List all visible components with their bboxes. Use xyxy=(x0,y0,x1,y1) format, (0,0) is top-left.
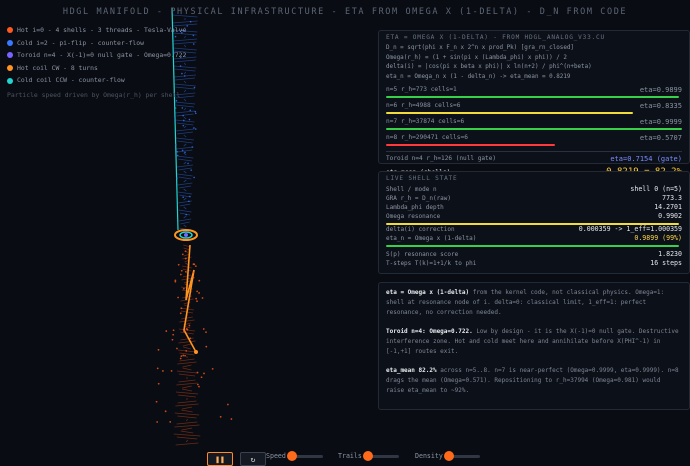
reset-button[interactable]: ↻ xyxy=(240,452,266,466)
shell-eta-bar xyxy=(386,96,679,98)
cold-dot-icon xyxy=(7,39,13,46)
shell-eta-bar xyxy=(386,128,682,130)
legend-item-hot: Hot i=0 - 4 shells - 3 threads - Tesla-V… xyxy=(7,24,186,37)
eta-formula-panel: ETA = OMEGA X (1-DELTA) - FROM HDGL_ANAL… xyxy=(378,30,690,177)
legend-item-cold: Cold i=2 - pi-flip - counter-flow xyxy=(7,37,186,50)
note-paragraph: eta = Omega x (1-delta) from the kernel … xyxy=(386,289,665,316)
shell-row-n5: n=5 r_h=773 cells=1 eta=0.9899 xyxy=(386,86,682,94)
live-panel-title: LIVE SHELL STATE xyxy=(386,175,458,182)
cold-coil-dot-icon xyxy=(7,77,13,84)
toroid-row: Toroid n=4 r_h=126 (null gate) eta=0.7154… xyxy=(386,155,682,163)
legend-item-hot-coil: Hot coil CW - 8 turns xyxy=(7,62,186,75)
play-pause-control: ❚❚ xyxy=(207,452,233,466)
divider xyxy=(386,151,682,152)
shell-row-n7: n=7 r_h=37874 cells=6 eta=0.9999 xyxy=(386,118,682,126)
shell-eta-value: eta=0.9899 xyxy=(639,86,682,94)
density-slider[interactable] xyxy=(444,451,480,461)
state-row: delta(i) correction 0.000359 -> 1_eff=1.0… xyxy=(386,225,682,233)
toroid-eta-value: eta=0.7154 (gate) xyxy=(610,155,682,163)
speed-label: Speed xyxy=(266,452,286,460)
formula-line: delta(i) = |cos(pi x beta x phi)| x ln(n… xyxy=(386,64,592,70)
notes-panel: eta = Omega x (1-delta) from the kernel … xyxy=(378,282,690,410)
trails-control: Trails xyxy=(338,451,399,461)
legend-note: Particle speed driven by Omega(r_h) per … xyxy=(7,90,181,99)
density-label: Density xyxy=(415,452,443,460)
hot-coil-dot-icon xyxy=(7,65,13,72)
speed-slider[interactable] xyxy=(287,451,323,461)
shell-row-n6: n=6 r_h=4988 cells=6 eta=0.8335 xyxy=(386,102,682,110)
note-paragraph: eta_mean 82.2% across n=5..8. n=7 is nea… xyxy=(386,367,679,394)
formula-line: Omega(r_h) = (1 + sin(pi x (Lambda_phi) … xyxy=(386,54,567,61)
formula-line: eta_n = Omega_n x (1 - delta_n) -> eta_m… xyxy=(386,73,571,80)
page-title: HDGL MANIFOLD - PHYSICAL INFRASTRUCTURE … xyxy=(62,7,628,17)
trails-slider-knob[interactable] xyxy=(363,451,374,461)
legend: Hot i=0 - 4 shells - 3 threads - Tesla-V… xyxy=(7,24,186,102)
state-row: Shell / mode n shell 0 (n=5) xyxy=(386,185,682,193)
shell-eta-value: eta=0.8335 xyxy=(639,102,682,110)
toroid-dot-icon xyxy=(7,52,13,59)
trails-slider[interactable] xyxy=(363,451,399,461)
state-row: S(p) resonance score 1.8230 xyxy=(386,250,682,258)
live-shell-state-panel: LIVE SHELL STATE Shell / mode n shell 0 (… xyxy=(378,171,690,274)
shell-eta-value: eta=0.9999 xyxy=(639,118,682,126)
legend-item-toroid: Toroid n=4 - X(-1)=0 null gate - Omega=0… xyxy=(7,49,186,62)
pause-button[interactable]: ❚❚ xyxy=(207,452,233,466)
speed-slider-knob[interactable] xyxy=(287,451,298,461)
density-control: Density xyxy=(415,451,480,461)
shell-eta-value: eta=0.5707 xyxy=(639,134,682,142)
state-row: T-steps T(k)=1+1/k to phi 16 steps xyxy=(386,259,682,267)
shell-eta-bar xyxy=(386,144,555,146)
hot-dot-icon xyxy=(7,27,13,34)
state-row: Omega resonance 0.9902 xyxy=(386,212,682,220)
speed-control: Speed xyxy=(266,451,323,461)
reset-control: ↻ xyxy=(240,452,266,466)
trails-label: Trails xyxy=(338,452,362,460)
state-row: Lambda_phi depth 14.2701 xyxy=(386,203,682,211)
note-paragraph: Toroid n=4: Omega=0.722. Low by design -… xyxy=(386,328,679,355)
shell-row-n8: n=8 r_h=290471 cells=6 eta=0.5707 xyxy=(386,134,682,142)
formula-panel-title: ETA = OMEGA X (1-DELTA) - FROM HDGL_ANAL… xyxy=(386,34,605,41)
density-slider-knob[interactable] xyxy=(444,451,455,461)
state-row: GRA r_h = D_n(raw) 773.3 xyxy=(386,194,682,202)
state-row: eta_n = Omega x (1-delta) 0.9899 (99%) xyxy=(386,234,682,242)
formula-line: D_n = sqrt(phi x F_n x 2^n x prod_Pk) [g… xyxy=(386,45,574,51)
legend-item-cold-coil: Cold coil CCW - counter-flow xyxy=(7,74,186,87)
shell-eta-bar xyxy=(386,112,633,114)
